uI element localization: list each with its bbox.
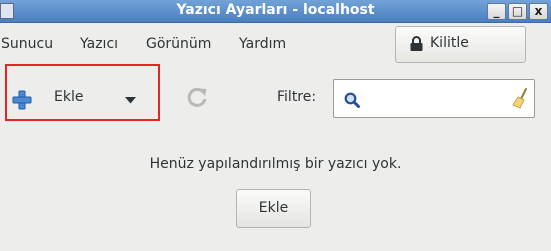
filter-input[interactable] [333, 79, 535, 118]
add-printer-button[interactable]: Ekle [236, 189, 311, 228]
close-button[interactable]: x [529, 3, 548, 20]
menu-item-yazici[interactable]: Yazıcı [80, 36, 118, 52]
menu-item-yardim[interactable]: Yardım [239, 36, 286, 52]
lock-icon [410, 36, 423, 51]
broom-clear-icon[interactable] [512, 88, 530, 110]
chevron-down-icon [125, 97, 136, 104]
title-bar: Yazıcı Ayarları - localhost _ □ x [0, 0, 551, 23]
lock-button[interactable]: Kilitle [395, 26, 526, 63]
add-printer-dropdown[interactable]: Ekle [5, 64, 160, 121]
maximize-button[interactable]: □ [508, 3, 527, 20]
search-icon [344, 92, 360, 108]
menu-item-gorunum[interactable]: Görünüm [146, 36, 211, 52]
lock-button-label: Kilitle [430, 35, 469, 51]
minimize-button[interactable]: _ [487, 3, 506, 20]
filter-label: Filtre: [277, 89, 317, 105]
empty-state-message: Henüz yapılandırılmış bir yazıcı yok. [149, 156, 402, 172]
window-title: Yazıcı Ayarları - localhost [176, 2, 375, 18]
plus-icon [12, 90, 32, 110]
add-printer-label: Ekle [54, 89, 84, 105]
refresh-icon[interactable] [185, 86, 209, 110]
menu-item-sunucu[interactable]: Sunucu [1, 36, 53, 52]
